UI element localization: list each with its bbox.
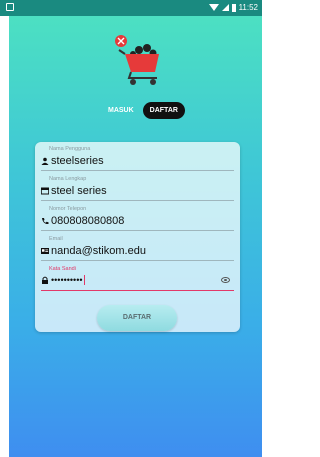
underline	[41, 170, 234, 171]
wifi-icon	[208, 4, 219, 11]
tab-daftar[interactable]: DAFTAR	[142, 102, 185, 119]
fullname-value: steel series	[51, 185, 107, 197]
fullname-label: Nama Lengkap	[49, 176, 87, 182]
register-form-card: Nama Pengguna steelseries Nama Lengkap s…	[35, 142, 240, 332]
contact-card-icon	[41, 248, 49, 254]
shopping-cart-logo-icon	[115, 35, 159, 85]
lock-icon	[42, 276, 48, 284]
phone-label: Nomor Telepon	[49, 206, 87, 212]
auth-tabs: MASUK DAFTAR	[101, 102, 185, 119]
tab-masuk[interactable]: MASUK	[101, 102, 141, 119]
email-label: Email	[49, 236, 63, 242]
username-value: steelseries	[51, 155, 104, 167]
person-icon	[41, 157, 49, 165]
id-card-icon	[41, 187, 49, 195]
app-screen: MASUK DAFTAR Nama Pengguna steelseries N…	[9, 16, 262, 457]
username-label: Nama Pengguna	[49, 146, 91, 152]
underline	[41, 230, 234, 231]
battery-icon	[231, 3, 236, 12]
underline	[41, 260, 234, 261]
text-cursor	[83, 275, 85, 285]
daftar-button[interactable]: DAFTAR	[97, 305, 177, 331]
show-password-icon[interactable]	[221, 277, 230, 283]
phone-icon	[42, 218, 49, 225]
status-bar: 11:52	[0, 0, 262, 16]
signal-icon	[221, 4, 229, 11]
underline	[41, 290, 234, 291]
password-value: ••••••••••	[51, 275, 83, 285]
phone-value: 080808080808	[51, 215, 125, 227]
notification-icon	[6, 3, 14, 11]
password-label: Kata Sandi	[49, 266, 76, 272]
email-value: nanda@stikom.edu	[51, 245, 146, 257]
underline	[41, 200, 234, 201]
status-time: 11:52	[238, 3, 258, 12]
